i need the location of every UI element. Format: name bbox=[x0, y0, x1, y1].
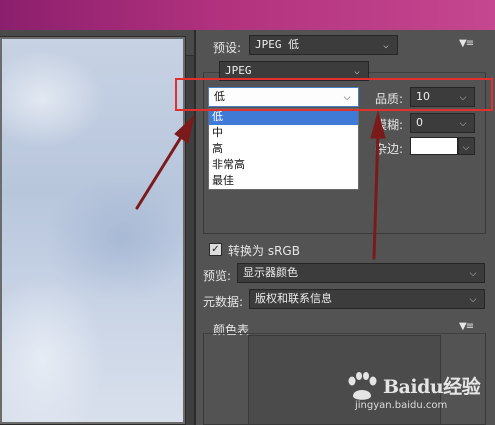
chevron-down-icon: ⌵ bbox=[383, 41, 389, 51]
image-preview bbox=[2, 39, 183, 422]
preset-label: 预设: bbox=[213, 41, 242, 55]
chevron-down-icon: ⌵ bbox=[459, 119, 467, 129]
matte-menu-button[interactable]: ⌵ bbox=[458, 137, 475, 155]
panel-menu-icon[interactable]: ▼≡ bbox=[459, 321, 474, 332]
convert-srgb-checkbox[interactable]: ✓ bbox=[209, 243, 222, 256]
convert-srgb-label: 转换为 sRGB bbox=[228, 244, 300, 258]
metadata-value: 版权和联系信息 bbox=[255, 292, 332, 305]
checkmark-icon: ✓ bbox=[211, 244, 220, 255]
compression-options-list: 低 中 高 非常高 最佳 bbox=[208, 108, 359, 190]
image-preview-frame bbox=[0, 36, 186, 425]
chevron-down-icon: ⌵ bbox=[469, 295, 477, 305]
blur-input[interactable]: 0 ⌵ bbox=[410, 113, 475, 133]
preset-value: JPEG 低 bbox=[255, 38, 300, 51]
compression-option-low[interactable]: 低 bbox=[209, 109, 358, 125]
blur-label: 模糊: bbox=[375, 118, 404, 132]
panel-menu-icon[interactable]: ▼≡ bbox=[459, 38, 474, 49]
chevron-down-icon: ⌵ bbox=[462, 143, 470, 153]
chevron-down-icon: ⌵ bbox=[469, 269, 477, 279]
watermark-url: jingyan.baidu.com bbox=[355, 400, 448, 411]
format-value: JPEG bbox=[225, 64, 252, 77]
matte-color-swatch[interactable] bbox=[410, 137, 458, 155]
preview-label: 预览: bbox=[203, 269, 232, 283]
paw-logo-icon bbox=[348, 372, 377, 400]
annotation-highlight-box bbox=[175, 78, 493, 111]
baidu-watermark: Baidu经验 jingyan.baidu.com bbox=[345, 370, 485, 418]
blur-value: 0 bbox=[416, 116, 423, 129]
chevron-down-icon: ⌵ bbox=[354, 67, 360, 77]
preview-dropdown[interactable]: 显示器颜色 ⌵ bbox=[237, 263, 485, 283]
watermark-brand: Baidu经验 bbox=[383, 376, 481, 398]
window-title-bar bbox=[0, 0, 495, 30]
compression-option-medium[interactable]: 中 bbox=[209, 125, 358, 141]
compression-option-maximum[interactable]: 最佳 bbox=[209, 173, 358, 189]
metadata-label: 元数据: bbox=[203, 295, 244, 309]
matte-label: 杂边: bbox=[375, 142, 404, 156]
metadata-dropdown[interactable]: 版权和联系信息 ⌵ bbox=[249, 289, 485, 309]
compression-option-very-high[interactable]: 非常高 bbox=[209, 157, 358, 173]
compression-option-high[interactable]: 高 bbox=[209, 141, 358, 157]
preview-value: 显示器颜色 bbox=[243, 266, 298, 279]
preset-dropdown[interactable]: JPEG 低 ⌵ bbox=[249, 35, 398, 55]
